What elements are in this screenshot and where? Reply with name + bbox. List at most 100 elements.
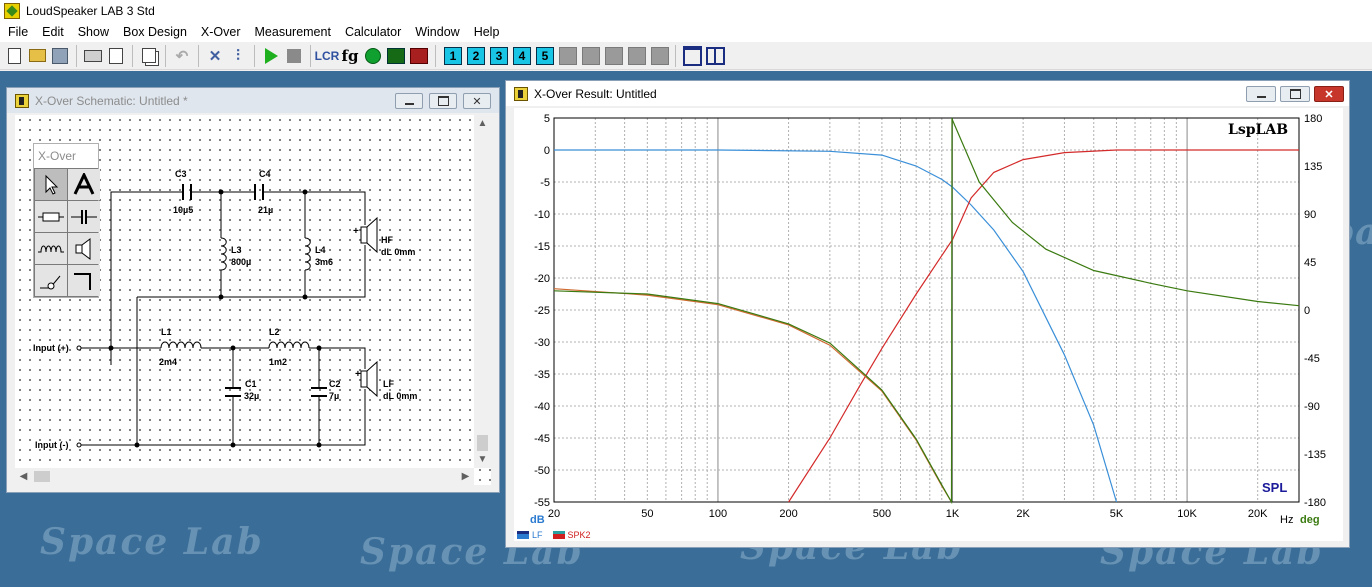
pointer-tool-button[interactable]	[35, 169, 67, 200]
y2-tick-label: -180	[1304, 497, 1326, 509]
menu-window[interactable]: Window	[408, 22, 466, 42]
slot-2-button[interactable]: 2	[467, 46, 485, 65]
copy-icon[interactable]	[138, 45, 160, 67]
run-simulation-icon[interactable]	[260, 45, 282, 67]
schematic-horizontal-scrollbar[interactable]: ◀ ▶	[15, 468, 474, 485]
y-tick-label: -30	[534, 337, 550, 349]
x-tick-label: 50	[641, 508, 653, 520]
ground-tool-button[interactable]	[68, 265, 100, 296]
app-logo-icon	[4, 3, 20, 19]
text-tool-button[interactable]	[68, 169, 100, 200]
speaker-window-icon	[514, 86, 528, 101]
sliders-icon[interactable]: ⫶	[227, 45, 249, 67]
menu-file[interactable]: File	[1, 22, 35, 42]
slot-5-button[interactable]: 5	[536, 46, 554, 65]
result-window[interactable]: X-Over Result: Untitled 20501002005001K2…	[505, 80, 1350, 548]
result-window-titlebar[interactable]: X-Over Result: Untitled	[506, 81, 1349, 106]
lcr-icon[interactable]: LCR	[315, 45, 340, 67]
tile-vertical-icon[interactable]	[704, 45, 726, 67]
green-chart-icon[interactable]	[385, 45, 407, 67]
x-over-palette[interactable]: X-Over	[33, 143, 100, 298]
schematic-canvas[interactable]: C3 10µ5 C4 21µ L3 800µ L4 3m6 + HF dL 0m…	[15, 115, 491, 485]
scroll-left-arrow-icon[interactable]: ◀	[15, 468, 32, 485]
l1-value: 2m4	[159, 357, 178, 367]
schematic-vertical-scrollbar[interactable]: ▲ ▼	[474, 115, 491, 468]
menu-x-over[interactable]: X-Over	[194, 22, 248, 42]
schematic-window-titlebar[interactable]: X-Over Schematic: Untitled *	[7, 88, 499, 113]
scroll-thumb[interactable]	[34, 471, 50, 482]
slot-disabled-button[interactable]	[628, 46, 646, 65]
save-disk-icon[interactable]	[49, 45, 71, 67]
inductor-tool-button[interactable]	[35, 233, 67, 264]
resistor-tool-button[interactable]	[35, 201, 67, 232]
fg-icon[interactable]: fg	[339, 45, 361, 67]
menu-box-design[interactable]: Box Design	[116, 22, 194, 42]
x-tick-label: 20K	[1248, 508, 1268, 520]
new-document-icon[interactable]	[3, 45, 25, 67]
l2-name: L2	[269, 327, 280, 337]
y-tick-label: -5	[540, 177, 550, 189]
capacitor-icon	[71, 209, 97, 224]
input-negative-label: Input (-)	[35, 440, 69, 450]
menu-measurement[interactable]: Measurement	[248, 22, 338, 42]
frequency-response-chart[interactable]: 20 50 100 200 500 1K 2K 5K 10K 20K50-5-10-15-20-2…	[514, 108, 1343, 541]
y2-tick-label: 180	[1304, 113, 1322, 125]
app-title: LoudSpeaker LAB 3 Std	[26, 4, 155, 18]
slot-disabled-button[interactable]	[582, 46, 600, 65]
spk2-legend-swatch	[552, 531, 565, 539]
toolbar-separator	[254, 44, 255, 67]
print-preview-icon[interactable]	[105, 45, 127, 67]
menu-help[interactable]: Help	[467, 22, 507, 42]
schematic-window[interactable]: X-Over Schematic: Untitled * ✕ C3 10µ5 C…	[6, 87, 500, 493]
y2-tick-label: -135	[1304, 449, 1326, 461]
open-folder-icon[interactable]	[26, 45, 48, 67]
scroll-thumb[interactable]	[477, 435, 488, 451]
slot-4-button[interactable]: 4	[513, 46, 531, 65]
result-close-button[interactable]	[1314, 86, 1344, 102]
slot-disabled-button[interactable]	[605, 46, 623, 65]
scroll-right-arrow-icon[interactable]: ▶	[457, 468, 474, 485]
scroll-down-arrow-icon[interactable]: ▼	[474, 451, 491, 468]
c3-value: 10µ5	[173, 205, 194, 215]
undo-icon[interactable]: ↶	[171, 45, 193, 67]
menu-calculator[interactable]: Calculator	[338, 22, 408, 42]
deg-axis-unit: deg	[1300, 514, 1320, 526]
result-minimize-button[interactable]	[1246, 86, 1276, 102]
y-tick-label: 5	[544, 113, 550, 125]
spk2-legend-label: SPK2	[567, 530, 591, 540]
slot-3-button[interactable]: 3	[490, 46, 508, 65]
x-tick-label: 500	[873, 508, 891, 520]
y-tick-label: -10	[534, 209, 550, 221]
y-tick-label: -35	[534, 369, 550, 381]
menu-edit[interactable]: Edit	[35, 22, 71, 42]
green-circle-icon[interactable]	[362, 45, 384, 67]
toolbar-separator	[198, 44, 199, 67]
speaker-tool-button[interactable]	[68, 233, 100, 264]
x-tick-label: 200	[779, 508, 797, 520]
menu-show[interactable]: Show	[71, 22, 116, 42]
print-icon[interactable]	[82, 45, 104, 67]
result-maximize-button[interactable]	[1280, 86, 1310, 102]
speaker-icon	[75, 237, 91, 260]
l4-value: 3m6	[315, 257, 334, 267]
probe-tool-button[interactable]	[35, 265, 67, 296]
schematic-close-button[interactable]	[463, 93, 491, 109]
lf-speaker-name: LF	[383, 379, 394, 389]
tools-icon[interactable]: ✕	[204, 45, 226, 67]
tile-horizontal-icon[interactable]	[681, 45, 703, 67]
capacitor-tool-button[interactable]	[68, 201, 100, 232]
schematic-minimize-button[interactable]	[395, 93, 423, 109]
slot-1-button[interactable]: 1	[444, 46, 462, 65]
y2-tick-label: -90	[1304, 401, 1320, 413]
slot-disabled-button[interactable]	[559, 46, 577, 65]
red-chart-icon[interactable]	[408, 45, 430, 67]
probe-icon	[40, 275, 61, 289]
stop-icon[interactable]	[283, 45, 305, 67]
scroll-up-arrow-icon[interactable]: ▲	[474, 115, 491, 132]
y2-tick-label: 135	[1304, 161, 1322, 173]
ground-wire-icon	[74, 272, 91, 290]
spl-mode-label: SPL	[1262, 480, 1288, 495]
inductor-icon	[38, 245, 64, 252]
slot-disabled-button[interactable]	[651, 46, 669, 65]
schematic-maximize-button[interactable]	[429, 93, 457, 109]
